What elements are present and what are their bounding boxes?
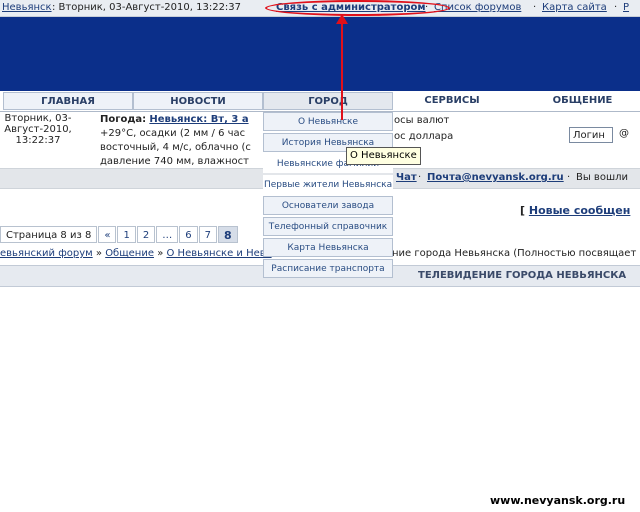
nav-city[interactable]: ГОРОД	[263, 92, 393, 110]
nav-services[interactable]: СЕРВИСЫ	[393, 92, 511, 110]
page-link[interactable]: 7	[198, 226, 217, 243]
weather-label: Погода:	[100, 114, 147, 125]
topic-title: ние города Невьянска (Полностью посвящае…	[392, 248, 637, 259]
nav-community[interactable]: ОБЩЕНИЕ	[540, 92, 625, 110]
sitemap-link[interactable]: Карта сайта	[542, 2, 607, 13]
weather-line: +29°С, осадки (2 мм / 6 час	[100, 128, 246, 139]
site-banner	[0, 17, 640, 91]
separator: ·	[567, 172, 571, 183]
annotation-arrow-line	[341, 22, 343, 120]
cut-link[interactable]: Р	[623, 2, 629, 13]
nav-home[interactable]: ГЛАВНАЯ	[3, 92, 133, 110]
weather-block: Погода: Невьянск: Вт, 3 а +29°С, осадки …	[100, 113, 270, 169]
new-messages: [ Новые сообщен	[520, 204, 630, 217]
page-prev-button[interactable]: «	[98, 226, 117, 243]
annotation-arrow-icon	[336, 14, 348, 24]
pagination: Страница 8 из 8 « 1 2 … 6 7 8	[0, 226, 239, 243]
menu-item-founders[interactable]: Основатели завода	[263, 196, 393, 215]
at-symbol: @	[619, 128, 629, 139]
bracket: [	[520, 204, 526, 217]
annotation-ellipse	[265, 0, 450, 16]
city-link[interactable]: Невьянск	[2, 2, 52, 13]
date-text: : Вторник, 03-Август-2010, 13:22:37	[52, 2, 242, 13]
mail-link[interactable]: Почта@nevyansk.org.ru	[427, 172, 564, 183]
weather-line: давление 740 мм, влажност	[100, 156, 249, 167]
breadcrumb-section[interactable]: Общение	[105, 248, 154, 259]
currency-line: ос доллара	[394, 131, 454, 142]
page-label: Страница 8 из 8	[0, 226, 98, 243]
login-field[interactable]: Логин	[569, 127, 613, 143]
menu-item-phonebook[interactable]: Телефонный справочник	[263, 217, 393, 236]
weather-link[interactable]: Невьянск: Вт, 3 а	[149, 114, 248, 125]
watermark: www.nevyansk.org.ru	[490, 494, 626, 507]
date-block: Вторник, 03-Август-2010, 13:22:37	[4, 113, 72, 146]
section-title: ТЕЛЕВИДЕНИЕ ГОРОДА НЕВЬЯНСКА	[418, 270, 627, 281]
separator: ·	[614, 2, 618, 13]
page-ellipsis: …	[156, 226, 179, 243]
separator: ·	[418, 172, 422, 183]
page-link[interactable]: 1	[117, 226, 136, 243]
breadcrumb-sep: »	[95, 248, 102, 259]
main-nav: ГЛАВНАЯ НОВОСТИ ГОРОД СЕРВИСЫ ОБЩЕНИЕ	[0, 91, 640, 112]
weather-line: восточный, 4 м/с, облачно (с	[100, 142, 251, 153]
page-link[interactable]: 2	[136, 226, 156, 243]
new-messages-link[interactable]: Новые сообщен	[529, 204, 631, 217]
page-link[interactable]: 6	[179, 226, 198, 243]
logged-in-text: Вы вошли	[576, 172, 628, 183]
tooltip: О Невьянске	[346, 147, 421, 165]
menu-item-schedule[interactable]: Расписание транспорта	[263, 259, 393, 278]
menu-item-first-residents[interactable]: Первые жители Невьянска	[263, 175, 393, 194]
nav-news[interactable]: НОВОСТИ	[133, 92, 263, 110]
menu-item-about[interactable]: О Невьянске	[263, 112, 393, 131]
menu-item-map[interactable]: Карта Невьянска	[263, 238, 393, 257]
breadcrumb-forum[interactable]: евьянский форум	[0, 248, 93, 259]
separator: ·	[533, 2, 537, 13]
currency-line: осы валют	[394, 115, 450, 126]
breadcrumb-topic[interactable]: О Невьянске и Невь	[167, 248, 272, 259]
chat-link[interactable]: Чат	[396, 172, 417, 183]
breadcrumb-sep: »	[157, 248, 164, 259]
page-current: 8	[217, 226, 238, 243]
